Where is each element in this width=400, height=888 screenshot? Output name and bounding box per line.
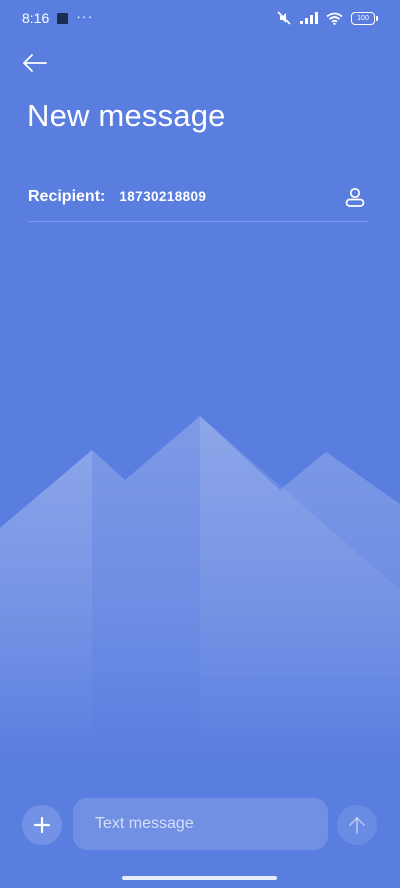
recipient-number[interactable]: 18730218809 (119, 189, 342, 204)
attach-button[interactable] (22, 805, 62, 845)
notification-square-icon (57, 12, 69, 24)
back-button[interactable] (18, 48, 52, 78)
status-time: 8:16 (22, 10, 50, 26)
plus-icon (33, 816, 51, 834)
status-right: 100 (276, 11, 378, 25)
battery-level: 100 (351, 11, 375, 25)
send-arrow-icon (349, 817, 365, 834)
back-arrow-icon (23, 54, 47, 72)
mute-icon (277, 11, 291, 25)
contact-person-icon (345, 187, 365, 207)
status-left: 8:16 ··· (22, 8, 94, 26)
page-title: New message (27, 98, 226, 133)
battery-tip (376, 15, 378, 21)
more-notifications-indicator: ··· (76, 8, 94, 24)
battery-icon: 100 (351, 11, 378, 25)
home-indicator[interactable] (122, 876, 277, 880)
recipient-row[interactable]: Recipient: 18730218809 (28, 178, 368, 222)
compose-bar (0, 798, 400, 852)
new-message-screen: 8:16 ··· 100 New message Recipient: 1873… (0, 0, 400, 888)
recipient-label: Recipient: (28, 187, 106, 205)
send-button[interactable] (337, 805, 377, 845)
message-input[interactable] (73, 798, 328, 850)
contact-picker-button[interactable] (342, 184, 368, 210)
signal-icon (300, 12, 318, 24)
status-bar: 8:16 ··· 100 (0, 0, 400, 36)
wifi-icon (326, 12, 343, 25)
